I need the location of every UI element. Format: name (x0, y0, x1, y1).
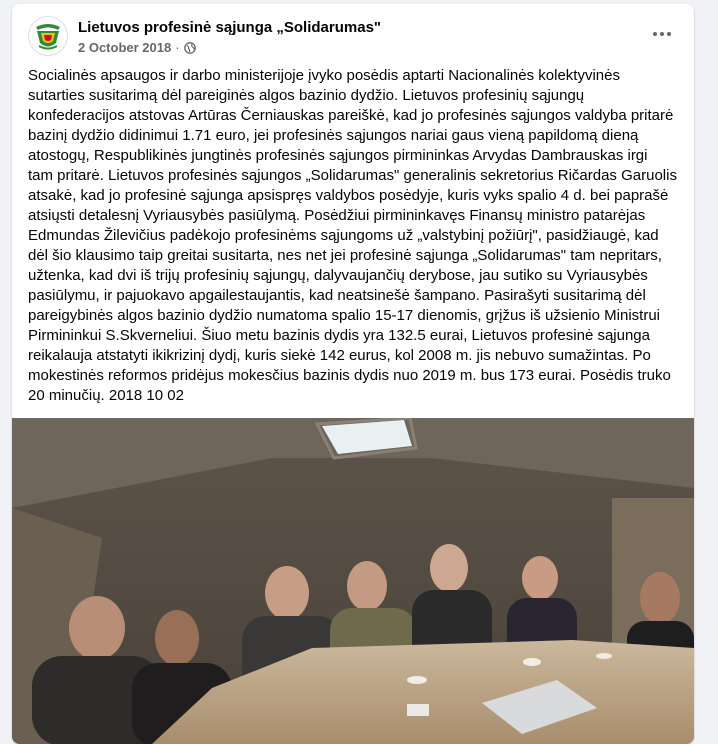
globe-icon[interactable] (183, 41, 196, 54)
meeting-photo-image (12, 418, 694, 744)
meta-separator: · (175, 40, 180, 55)
page-name-link[interactable]: Lietuvos profesinė sąjunga „Solidarumas" (78, 19, 381, 36)
page-avatar[interactable] (28, 16, 68, 56)
post-meta: 2 October 2018 · (78, 40, 196, 55)
solidarumas-logo-icon (29, 17, 67, 55)
post-message: Socialinės apsaugos ir darbo ministerijo… (28, 67, 677, 404)
post-photo[interactable] (12, 418, 694, 744)
more-horizontal-icon (653, 32, 671, 36)
post-header: Lietuvos profesinė sąjunga „Solidarumas"… (28, 16, 678, 60)
more-options-button[interactable] (646, 22, 678, 46)
facebook-post-card: Lietuvos profesinė sąjunga „Solidarumas"… (12, 4, 694, 744)
post-date-link[interactable]: 2 October 2018 (78, 40, 171, 55)
